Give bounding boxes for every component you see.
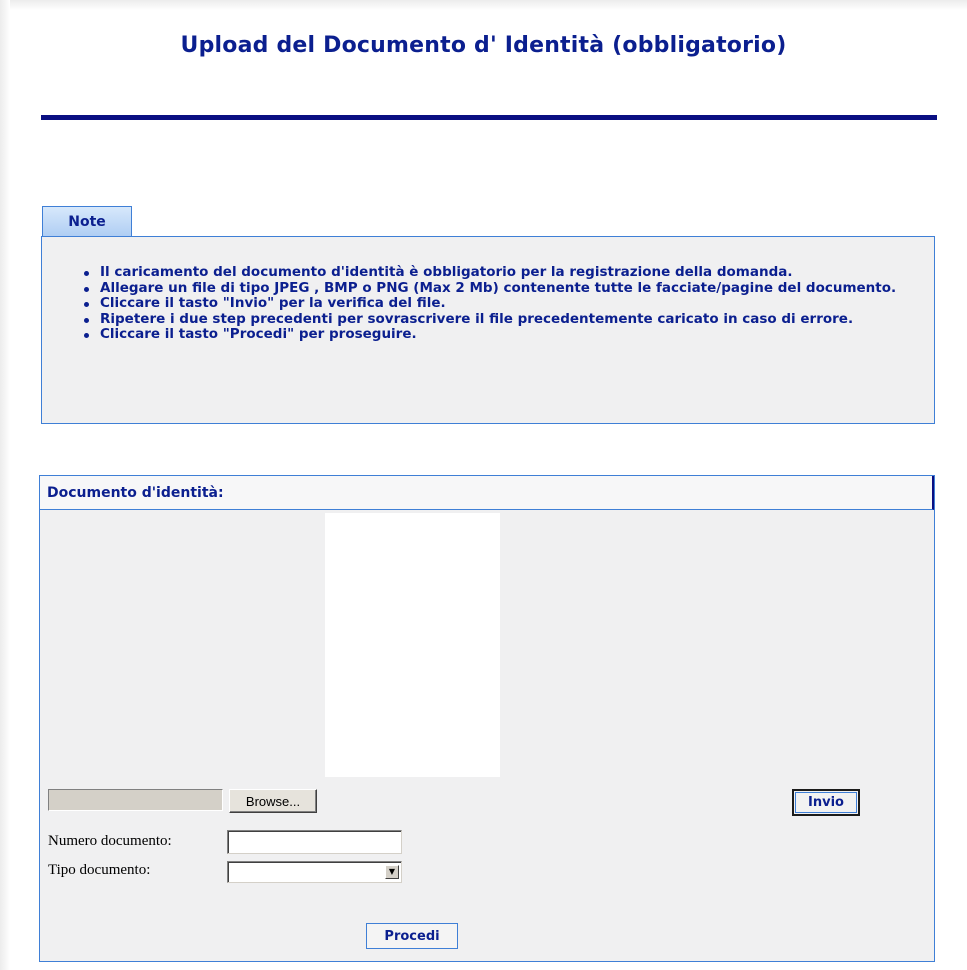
document-panel-header: Documento d'identità: bbox=[40, 476, 934, 510]
notes-panel: Il caricamento del documento d'identità … bbox=[41, 236, 935, 424]
note-item: Il caricamento del documento d'identità … bbox=[84, 264, 924, 281]
note-item: Cliccare il tasto "Invio" per la verific… bbox=[84, 295, 924, 312]
invio-button[interactable]: Invio bbox=[792, 789, 860, 816]
procedi-button[interactable]: Procedi bbox=[366, 923, 458, 949]
numero-documento-label: Numero documento: bbox=[48, 833, 172, 849]
tipo-documento-label: Tipo documento: bbox=[48, 862, 151, 878]
notes-list: Il caricamento del documento d'identità … bbox=[84, 264, 924, 343]
note-item: Allegare un file di tipo JPEG , BMP o PN… bbox=[84, 280, 924, 297]
document-panel: Documento d'identità: Browse... Invio Nu… bbox=[39, 475, 935, 962]
page: Upload del Documento d' Identità (obblig… bbox=[0, 0, 967, 970]
chevron-down-icon[interactable]: ▼ bbox=[385, 865, 399, 879]
window-edge-left bbox=[0, 0, 10, 970]
numero-documento-input[interactable] bbox=[227, 830, 402, 854]
page-title: Upload del Documento d' Identità (obblig… bbox=[180, 33, 787, 58]
note-item: Cliccare il tasto "Procedi" per prosegui… bbox=[84, 326, 924, 343]
tipo-documento-select[interactable]: ▼ bbox=[227, 861, 402, 883]
browse-button[interactable]: Browse... bbox=[229, 789, 317, 813]
window-edge-top bbox=[0, 0, 967, 10]
title-divider bbox=[41, 115, 937, 120]
document-preview bbox=[325, 513, 500, 777]
file-path-field[interactable] bbox=[48, 789, 223, 811]
tab-note[interactable]: Note bbox=[42, 206, 132, 237]
note-item: Ripetere i due step precedenti per sovra… bbox=[84, 311, 924, 328]
